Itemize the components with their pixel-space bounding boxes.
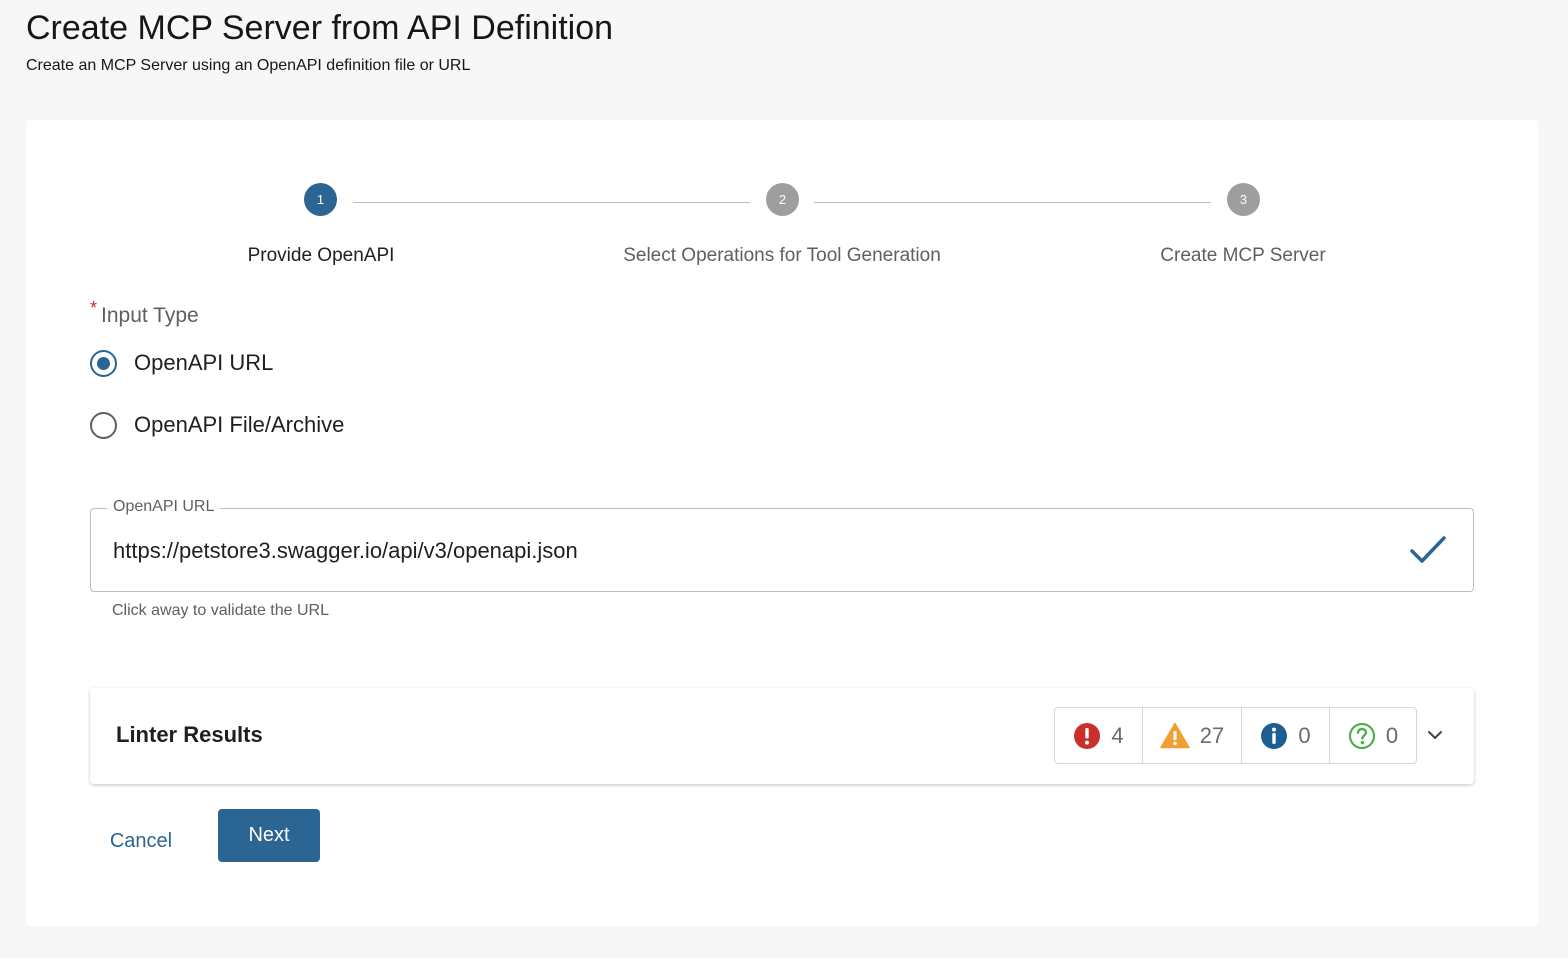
radio-button-checked[interactable] [90,349,117,377]
linter-info-badge[interactable]: 0 [1242,708,1330,763]
step-connector-2 [814,202,1211,203]
openapi-url-input[interactable] [113,533,1393,569]
step-3-label: Create MCP Server [1160,245,1326,266]
help-icon [1348,722,1375,749]
step-1-indicator: 1 [304,183,337,216]
page-subtitle: Create an MCP Server using an OpenAPI de… [26,57,471,74]
step-2-indicator: 2 [766,183,799,216]
step-connector-1 [353,202,750,203]
radio-label-openapi-file: OpenAPI File/Archive [134,412,345,437]
warning-count: 27 [1199,722,1225,748]
url-helper-text: Click away to validate the URL [112,602,329,619]
required-marker: * [90,298,98,318]
step-2-label: Select Operations for Tool Generation [623,245,941,266]
openapi-url-field[interactable]: OpenAPI URL [90,497,1474,592]
radio-openapi-url[interactable]: OpenAPI URL [90,349,273,377]
linter-badge-group: 4 27 0 0 [1054,707,1417,764]
hint-count: 0 [1385,722,1399,748]
step-3-indicator: 3 [1227,183,1260,216]
linter-results-title: Linter Results [116,722,263,747]
warning-icon [1160,722,1190,749]
error-icon [1074,722,1101,749]
linter-results-panel[interactable]: Linter Results 4 27 0 0 [90,688,1474,784]
radio-button-unchecked[interactable] [90,411,117,439]
next-button[interactable]: Next [218,809,320,862]
page-title: Create MCP Server from API Definition [26,9,614,47]
radio-openapi-file[interactable]: OpenAPI File/Archive [90,411,344,439]
step-1-label: Provide OpenAPI [247,245,395,266]
page-header: Create MCP Server from API Definition Cr… [26,8,613,76]
radio-label-openapi-url: OpenAPI URL [134,350,274,375]
info-count: 0 [1298,722,1311,748]
chevron-down-icon[interactable] [1424,724,1446,746]
error-count: 4 [1111,722,1124,748]
input-type-text: Input Type [101,304,199,327]
check-icon [1410,536,1446,563]
linter-errors-badge[interactable]: 4 [1055,708,1143,763]
openapi-url-field-label: OpenAPI URL [107,497,221,517]
info-icon [1261,722,1288,749]
cancel-button[interactable]: Cancel [90,820,192,862]
stepper: 1 2 3 Provide OpenAPI Select Operations … [26,120,1538,280]
linter-warnings-badge[interactable]: 27 [1143,708,1242,763]
linter-hints-badge[interactable]: 0 [1330,708,1416,763]
wizard-card: 1 2 3 Provide OpenAPI Select Operations … [26,120,1538,926]
input-type-label: * Input Type [90,298,199,330]
